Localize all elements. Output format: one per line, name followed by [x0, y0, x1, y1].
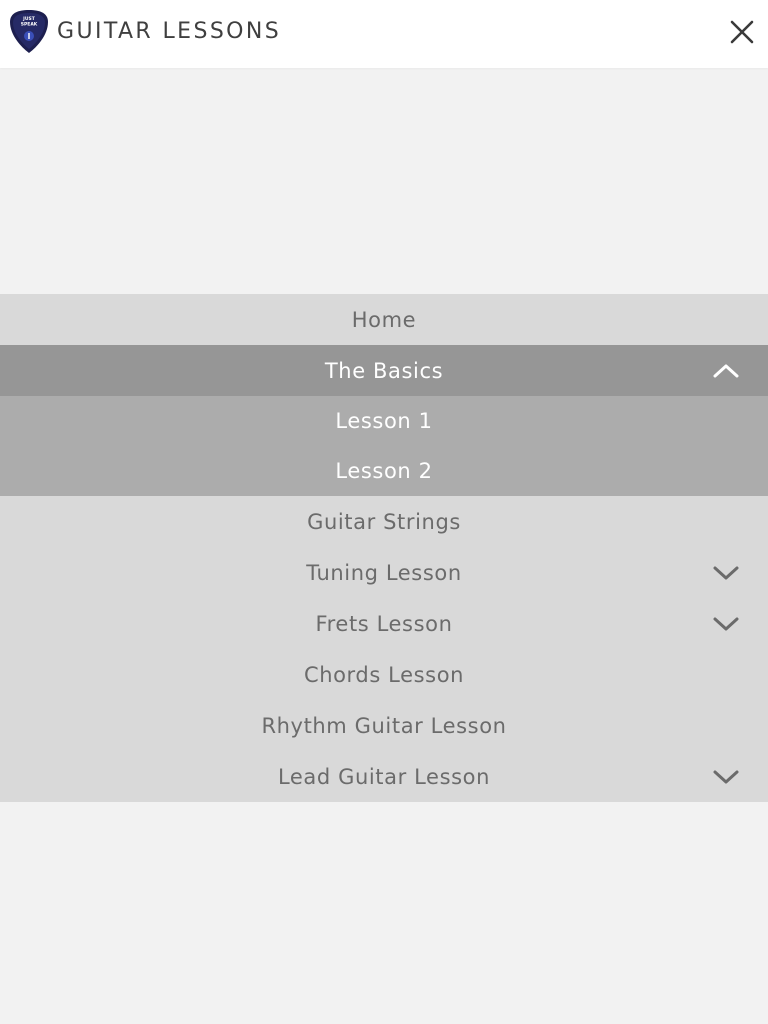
site-header: JUST SPEAK GUITAR LESSONS: [0, 0, 768, 68]
menu-item-label: Lead Guitar Lesson: [277, 764, 491, 789]
chevron-down-icon[interactable]: [710, 610, 742, 638]
close-icon[interactable]: [726, 16, 758, 48]
menu-item-label: Guitar Strings: [307, 509, 461, 534]
menu-item-rhythm-guitar-lesson[interactable]: Rhythm Guitar Lesson: [0, 700, 768, 751]
menu-item-frets-lesson[interactable]: Frets Lesson: [0, 598, 768, 649]
menu-item-label: Home: [351, 307, 417, 332]
chevron-down-icon[interactable]: [710, 559, 742, 587]
menu-item-guitar-strings[interactable]: Guitar Strings: [0, 496, 768, 547]
menu-item-label: Lesson 1: [335, 409, 433, 433]
submenu-item-lesson-1[interactable]: Lesson 1: [0, 396, 768, 446]
menu-item-label: Rhythm Guitar Lesson: [261, 713, 507, 738]
chevron-down-icon[interactable]: [710, 763, 742, 791]
submenu-item-lesson-2[interactable]: Lesson 2: [0, 446, 768, 496]
logo-text-just: JUST: [22, 16, 36, 22]
menu-item-label: The Basics: [324, 358, 444, 383]
menu-item-tuning-lesson[interactable]: Tuning Lesson: [0, 547, 768, 598]
site-title[interactable]: GUITAR LESSONS: [57, 19, 281, 45]
guitar-pick-logo-icon[interactable]: JUST SPEAK: [9, 9, 49, 54]
menu-item-chords-lesson[interactable]: Chords Lesson: [0, 649, 768, 700]
menu-item-label: Chords Lesson: [303, 662, 465, 687]
menu-item-label: Frets Lesson: [315, 611, 453, 636]
chevron-up-icon[interactable]: [710, 357, 742, 385]
menu-item-the-basics[interactable]: The Basics: [0, 345, 768, 396]
menu-item-lead-guitar-lesson[interactable]: Lead Guitar Lesson: [0, 751, 768, 802]
menu-item-home[interactable]: Home: [0, 294, 768, 345]
menu-item-label: Lesson 2: [335, 459, 433, 483]
menu-item-label: Tuning Lesson: [306, 560, 462, 585]
nav-menu: Home The Basics Lesson 1 Lesson 2 Guitar…: [0, 294, 768, 802]
logo-text-speak: SPEAK: [21, 22, 38, 28]
